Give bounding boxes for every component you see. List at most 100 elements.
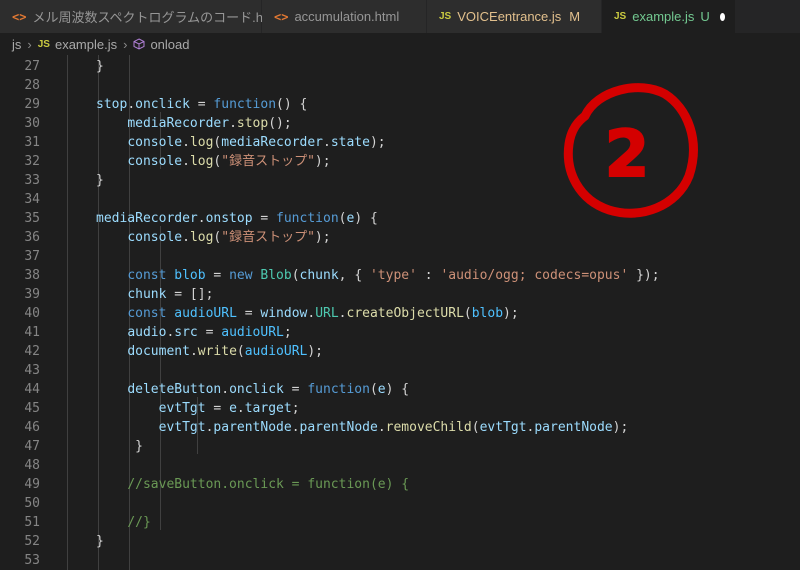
code-token: new bbox=[229, 268, 253, 283]
code-token: parentNode bbox=[534, 420, 613, 435]
code-line[interactable]: 52} bbox=[0, 532, 800, 551]
code-text: audio.src = audioURL; bbox=[96, 323, 292, 342]
line-number: 50 bbox=[24, 496, 40, 511]
code-line[interactable]: 50 bbox=[0, 494, 800, 513]
line-number: 37 bbox=[24, 249, 40, 264]
breadcrumb-folder[interactable]: js bbox=[12, 37, 21, 52]
code-token: target bbox=[244, 401, 292, 416]
line-number: 51 bbox=[24, 515, 40, 530]
tab-label: accumulation.html bbox=[294, 9, 400, 24]
code-line[interactable]: 46 evtTgt.parentNode.parentNode.removeCh… bbox=[0, 418, 800, 437]
code-token: . bbox=[182, 230, 190, 245]
code-line[interactable]: 37 bbox=[0, 247, 800, 266]
unsaved-dot-icon[interactable] bbox=[719, 12, 725, 21]
code-token: ( bbox=[463, 306, 472, 321]
code-token: //saveButton.onclick = function(e) { bbox=[127, 477, 410, 492]
code-line[interactable]: 42 document.write(audioURL); bbox=[0, 342, 800, 361]
code-token: = bbox=[197, 325, 222, 340]
code-token: mediaRecorder bbox=[127, 116, 230, 131]
code-token: , { bbox=[338, 268, 370, 283]
untracked-badge: U bbox=[700, 9, 710, 24]
code-token: . bbox=[182, 135, 190, 150]
code-text: //} bbox=[96, 513, 150, 532]
line-number: 41 bbox=[24, 325, 40, 340]
line-number: 48 bbox=[24, 458, 40, 473]
code-text: evtTgt = e.target; bbox=[96, 399, 300, 418]
js-icon: JS bbox=[37, 38, 50, 50]
code-line[interactable]: 49 //saveButton.onclick = function(e) { bbox=[0, 475, 800, 494]
code-token: parentNode bbox=[299, 420, 378, 435]
code-token: . bbox=[197, 211, 206, 226]
code-line[interactable]: 44 deleteButton.onclick = function(e) { bbox=[0, 380, 800, 399]
code-token: . bbox=[377, 420, 386, 435]
code-token: } bbox=[96, 439, 143, 454]
code-token: = bbox=[205, 268, 230, 283]
code-token: mediaRecorder bbox=[96, 211, 198, 226]
code-token: "録音ストップ" bbox=[221, 230, 315, 245]
code-token: console bbox=[127, 135, 183, 150]
line-number: 35 bbox=[24, 211, 40, 226]
code-line[interactable]: 48 bbox=[0, 456, 800, 475]
code-token: src bbox=[174, 325, 198, 340]
code-token: "録音ストップ" bbox=[221, 154, 315, 169]
code-line[interactable]: 40 const audioURL = window.URL.createObj… bbox=[0, 304, 800, 323]
code-line[interactable]: 47 } bbox=[0, 437, 800, 456]
code-line[interactable]: 39 chunk = []; bbox=[0, 285, 800, 304]
code-token: function bbox=[276, 211, 339, 226]
line-number: 46 bbox=[24, 420, 40, 435]
code-line[interactable]: 36 console.log("録音ストップ"); bbox=[0, 228, 800, 247]
tab-mel-spectrogram-html[interactable]: <> メル周波数スペクトログラムのコード.html bbox=[0, 0, 280, 33]
code-token: . bbox=[236, 401, 245, 416]
line-number: 28 bbox=[24, 78, 40, 93]
code-token: = []; bbox=[166, 287, 214, 302]
code-token: ( bbox=[291, 268, 300, 283]
code-line[interactable]: 38 const blob = new Blob(chunk, { 'type'… bbox=[0, 266, 800, 285]
code-token: stop bbox=[96, 97, 128, 112]
code-token: e bbox=[377, 382, 386, 397]
code-line[interactable]: 53 bbox=[0, 551, 800, 570]
code-token: ) { bbox=[354, 211, 378, 226]
code-token: ; bbox=[291, 401, 300, 416]
breadcrumb-symbol[interactable]: onload bbox=[150, 37, 189, 52]
code-text: stop.onclick = function() { bbox=[96, 95, 307, 114]
code-token: ; bbox=[283, 325, 292, 340]
code-text: const audioURL = window.URL.createObject… bbox=[96, 304, 518, 323]
code-token: } bbox=[96, 534, 104, 549]
code-token: Blob bbox=[260, 268, 292, 283]
code-text: const blob = new Blob(chunk, { 'type' : … bbox=[96, 266, 659, 285]
line-number: 47 bbox=[24, 439, 40, 454]
code-token: = bbox=[283, 382, 308, 397]
code-token: onclick bbox=[229, 382, 284, 397]
code-token: ); bbox=[314, 230, 331, 245]
code-token: window bbox=[260, 306, 308, 321]
code-token: e bbox=[229, 401, 237, 416]
code-text: console.log("録音ストップ"); bbox=[96, 228, 331, 247]
chevron-right-icon: › bbox=[27, 36, 32, 52]
tab-accumulation-html[interactable]: <> accumulation.html bbox=[262, 0, 427, 33]
code-token: ); bbox=[369, 135, 386, 150]
code-token: state bbox=[330, 135, 370, 150]
code-token: (); bbox=[268, 116, 292, 131]
code-token: ( bbox=[471, 420, 480, 435]
code-line[interactable]: 51 //} bbox=[0, 513, 800, 532]
tab-label: example.js bbox=[632, 9, 695, 24]
code-line[interactable]: 45 evtTgt = e.target; bbox=[0, 399, 800, 418]
code-token: evtTgt bbox=[158, 401, 206, 416]
code-token: } bbox=[96, 173, 104, 188]
code-text: //saveButton.onclick = function(e) { bbox=[96, 475, 409, 494]
line-number: 38 bbox=[24, 268, 40, 283]
code-line[interactable]: 41 audio.src = audioURL; bbox=[0, 323, 800, 342]
code-token: chunk bbox=[127, 287, 167, 302]
code-token: ( bbox=[236, 344, 245, 359]
code-line[interactable]: 43 bbox=[0, 361, 800, 380]
tab-example-js[interactable]: JS example.js U bbox=[602, 0, 736, 33]
breadcrumb-file[interactable]: example.js bbox=[55, 37, 117, 52]
html-icon: <> bbox=[274, 9, 289, 24]
tab-voiceentrance-js[interactable]: JS VOICEentrance.js M bbox=[427, 0, 602, 33]
code-token: parentNode bbox=[213, 420, 292, 435]
tab-label: VOICEentrance.js bbox=[457, 9, 562, 24]
